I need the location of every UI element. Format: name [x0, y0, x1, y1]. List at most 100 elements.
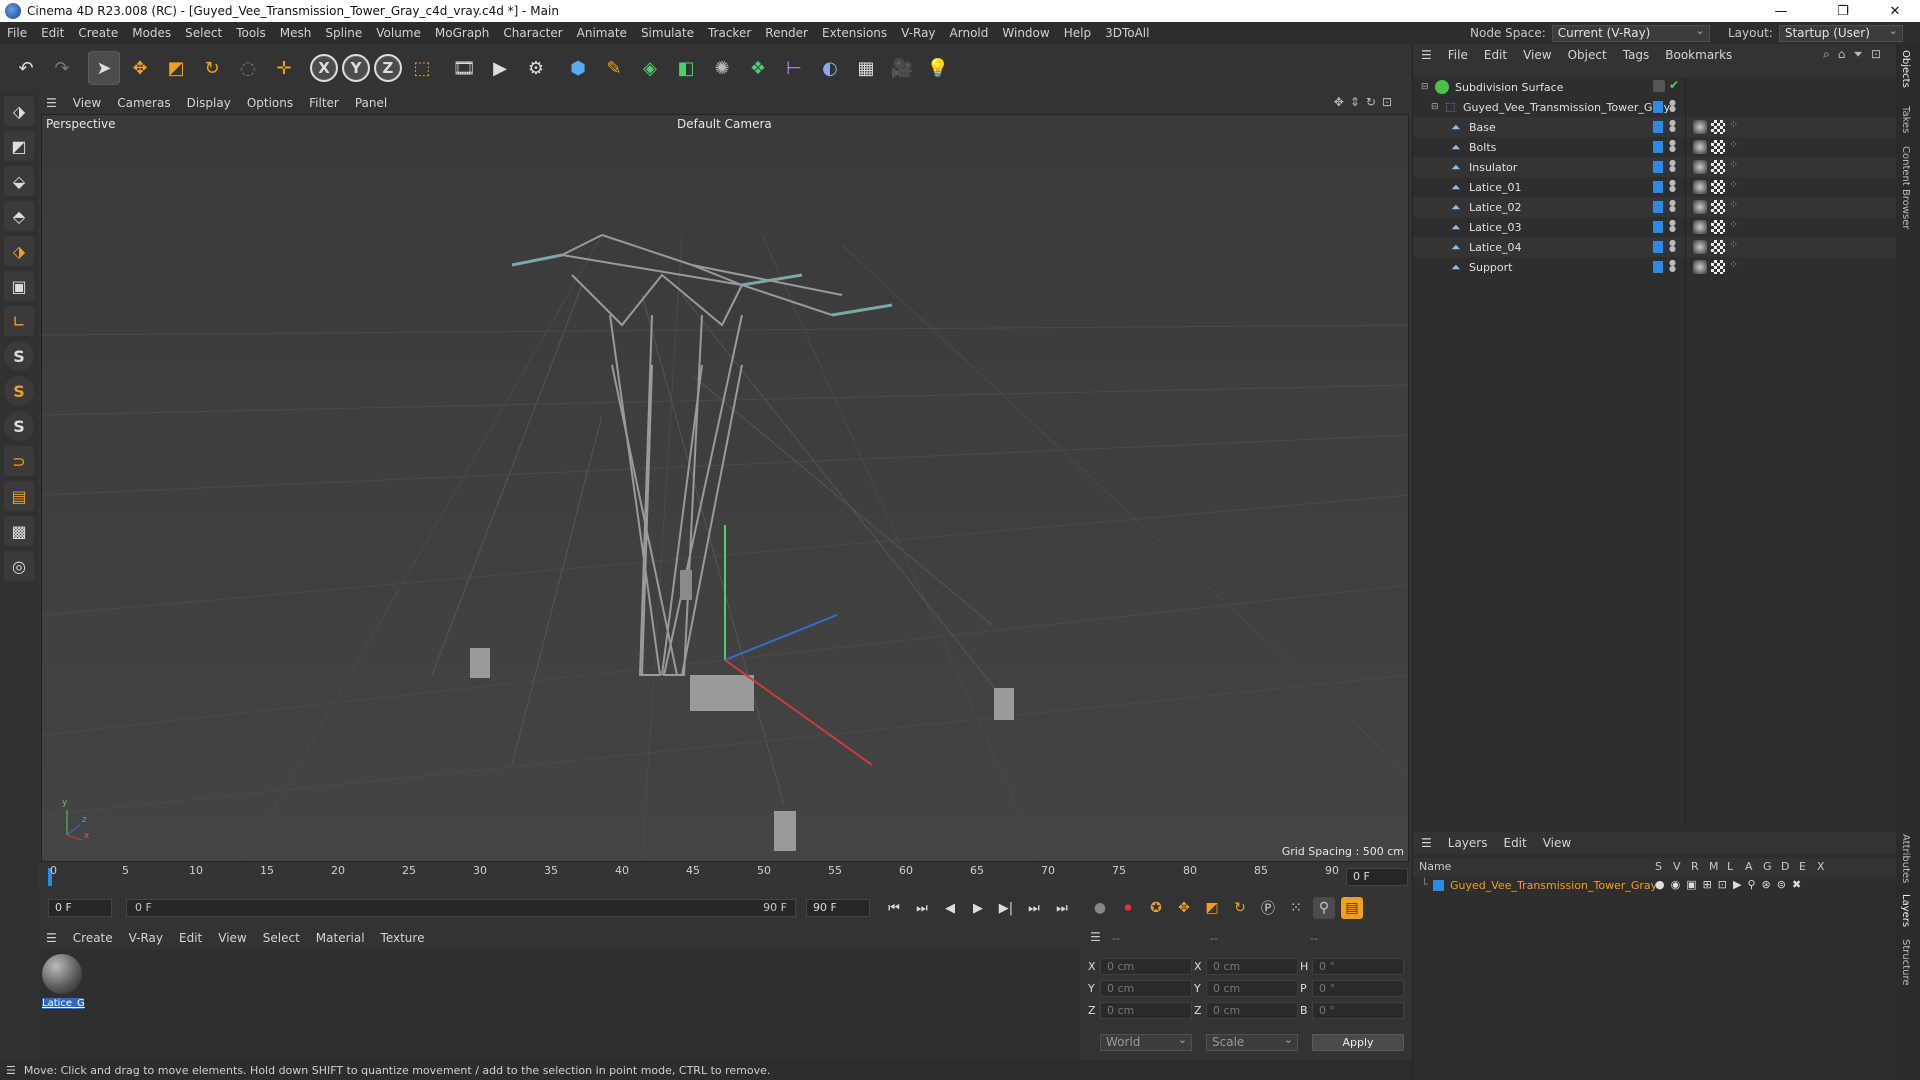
layer-color-swatch[interactable] — [1653, 181, 1663, 193]
object-row[interactable]: ⊟ Subdivision Surface ✔ — [1413, 77, 1897, 97]
om-menu-tags[interactable]: Tags — [1615, 48, 1658, 62]
layer-row[interactable]: └ Guyed_Vee_Transmission_Tower_Gray ●◉▣⊞… — [1413, 877, 1897, 895]
end-frame-field[interactable]: 90 F — [806, 899, 870, 917]
coordinate-space-dropdown[interactable]: World — [1100, 1034, 1192, 1051]
prev-frame-icon[interactable]: ◀ — [939, 897, 961, 919]
menu-create[interactable]: Create — [71, 26, 125, 40]
visibility-dots-icon[interactable]: ● ● — [1669, 99, 1676, 114]
menu-window[interactable]: Window — [995, 26, 1056, 40]
play-icon[interactable]: ▶ — [967, 897, 989, 919]
grid-icon[interactable]: ▤ — [4, 481, 34, 511]
current-frame-field[interactable]: 0 F — [1346, 868, 1408, 886]
tab-content-browser[interactable]: Content Browser — [1900, 146, 1911, 229]
snap-icon[interactable]: S — [4, 341, 34, 371]
render-view-icon[interactable]: 🎞 — [448, 51, 480, 85]
menu-help[interactable]: Help — [1057, 26, 1098, 40]
layer-col-m[interactable]: M — [1709, 860, 1719, 873]
object-row[interactable]: ⏶ Bolts ● ● ⁘ — [1413, 137, 1897, 157]
key-scale-icon[interactable]: ◩ — [1201, 897, 1223, 919]
menu-vray[interactable]: V-Ray — [894, 26, 942, 40]
snap-settings-icon[interactable]: S — [4, 376, 34, 406]
goto-end-icon[interactable]: ⏭ — [1051, 897, 1073, 919]
visibility-dots-icon[interactable]: ● ● — [1669, 259, 1676, 274]
object-row[interactable]: ⏶ Latice_03 ● ● ⁘ — [1413, 217, 1897, 237]
layer-flag-icons[interactable]: ●◉▣⊞⊡▶⚲⊛⊜✖ — [1655, 878, 1807, 891]
om-search-filter-icons[interactable]: ⌕⌂⏷⊡ — [1823, 47, 1889, 62]
layer-name[interactable]: Guyed_Vee_Transmission_Tower_Gray — [1450, 879, 1657, 892]
workplane-icon[interactable]: ∟ — [4, 306, 34, 336]
layer-col-a[interactable]: A — [1745, 860, 1753, 873]
minimize-button[interactable]: — — [1758, 0, 1804, 22]
y-axis-icon[interactable]: Y — [342, 54, 370, 82]
vray-tag-icon[interactable]: ⁘ — [1729, 138, 1738, 151]
next-key-icon[interactable]: ⏭ — [1023, 897, 1045, 919]
viewport-navigation-icons[interactable]: ✥⇕↻⊡ — [1334, 95, 1398, 109]
viewport-menu-display[interactable]: Display — [179, 96, 239, 110]
layer-manager-hamburger-icon[interactable]: ☰ — [1413, 836, 1440, 850]
close-button[interactable]: ✕ — [1872, 0, 1918, 22]
vray-tag-icon[interactable]: ⁘ — [1729, 258, 1738, 271]
layer-color-swatch[interactable] — [1653, 121, 1663, 133]
menu-modes[interactable]: Modes — [125, 26, 178, 40]
size-mode-dropdown[interactable]: Scale — [1206, 1034, 1298, 1051]
polygons-mode-icon[interactable]: ⬗ — [4, 236, 34, 266]
layer-color-swatch[interactable] — [1653, 261, 1663, 273]
texture-tag-icon[interactable] — [1711, 220, 1725, 234]
pos-z-field[interactable]: 0 cm — [1100, 1002, 1192, 1019]
menu-animate[interactable]: Animate — [570, 26, 634, 40]
coords-hamburger-icon[interactable]: ☰ — [1090, 930, 1101, 944]
perspective-viewport[interactable]: Perspective Default Camera Grid Spacing … — [41, 114, 1409, 862]
layer-color-swatch[interactable] — [1653, 241, 1663, 253]
size-x-field[interactable]: 0 cm — [1206, 958, 1298, 975]
material-hamburger-icon[interactable]: ☰ — [38, 931, 65, 945]
edit-tag-icon[interactable] — [1653, 80, 1665, 92]
extrude-icon[interactable]: ◧ — [670, 51, 702, 85]
layer-col-r[interactable]: R — [1691, 860, 1699, 873]
timeline-window-icon[interactable]: ▤ — [1341, 897, 1363, 919]
vray-tag-icon[interactable]: ⁘ — [1729, 178, 1738, 191]
collapse-icon[interactable]: ⊟ — [1421, 82, 1431, 92]
visibility-dots-icon[interactable]: ● ● — [1669, 139, 1676, 154]
texture-tag-icon[interactable] — [1711, 120, 1725, 134]
select-arrow-icon[interactable]: ➤ — [88, 51, 120, 85]
layer-color-swatch[interactable] — [1433, 880, 1444, 891]
frame-range-slider[interactable]: 0 F 90 F — [126, 899, 796, 917]
layer-col-g[interactable]: G — [1763, 860, 1772, 873]
texture-tag-icon[interactable] — [1711, 260, 1725, 274]
apply-button[interactable]: Apply — [1312, 1034, 1404, 1051]
cloner-icon[interactable]: ✺ — [706, 51, 738, 85]
viewport-menu-options[interactable]: Options — [239, 96, 301, 110]
om-menu-edit[interactable]: Edit — [1476, 48, 1515, 62]
vray-tag-icon[interactable]: ⁘ — [1729, 198, 1738, 211]
layer-color-swatch[interactable] — [1653, 221, 1663, 233]
tab-attributes[interactable]: Attributes — [1900, 834, 1911, 883]
visibility-dots-icon[interactable]: ● ● — [1669, 179, 1676, 194]
object-row[interactable]: ⏶ Latice_04 ● ● ⁘ — [1413, 237, 1897, 257]
menu-volume[interactable]: Volume — [369, 26, 428, 40]
tab-takes[interactable]: Takes — [1900, 106, 1911, 133]
layer-col-l[interactable]: L — [1727, 860, 1733, 873]
start-frame-field[interactable]: 0 F — [48, 899, 112, 917]
vray-tag-icon[interactable]: ⁘ — [1729, 218, 1738, 231]
material-tag-icon[interactable] — [1693, 240, 1707, 254]
record-keys-icon[interactable]: ● — [1089, 897, 1111, 919]
pen-icon[interactable]: ✎ — [598, 51, 630, 85]
enabled-check-icon[interactable]: ✔ — [1669, 78, 1679, 92]
deformer-icon[interactable]: ◐ — [814, 51, 846, 85]
autokey-icon[interactable]: ⏺ — [1117, 897, 1139, 919]
object-manager-hamburger-icon[interactable]: ☰ — [1413, 48, 1440, 62]
camera-label[interactable]: Default Camera — [677, 117, 772, 131]
material-menu-vray[interactable]: V-Ray — [121, 931, 171, 945]
om-menu-view[interactable]: View — [1515, 48, 1559, 62]
object-row[interactable]: ⏶ Latice_01 ● ● ⁘ — [1413, 177, 1897, 197]
collapse-icon[interactable]: ⊟ — [1431, 102, 1441, 112]
move-icon[interactable]: ✥ — [124, 51, 156, 85]
layer-color-swatch[interactable] — [1653, 101, 1663, 113]
menu-mesh[interactable]: Mesh — [273, 26, 319, 40]
visibility-dots-icon[interactable]: ● ● — [1669, 219, 1676, 234]
scale-icon[interactable]: ◩ — [160, 51, 192, 85]
key-rotation-icon[interactable]: ↻ — [1229, 897, 1251, 919]
lm-menu-edit[interactable]: Edit — [1495, 836, 1534, 850]
material-tag-icon[interactable] — [1693, 120, 1707, 134]
tab-layers[interactable]: Layers — [1900, 894, 1911, 927]
